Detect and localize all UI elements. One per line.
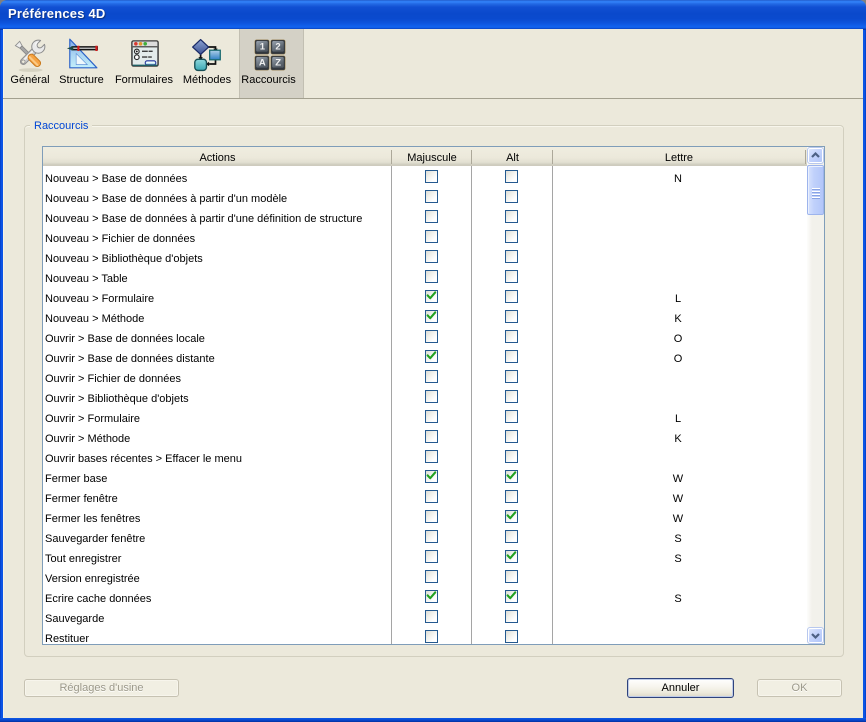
svg-text:A: A [258, 58, 265, 69]
svg-text:Z: Z [275, 58, 281, 69]
svg-text:2: 2 [275, 41, 280, 52]
svg-text:1: 1 [259, 41, 265, 52]
